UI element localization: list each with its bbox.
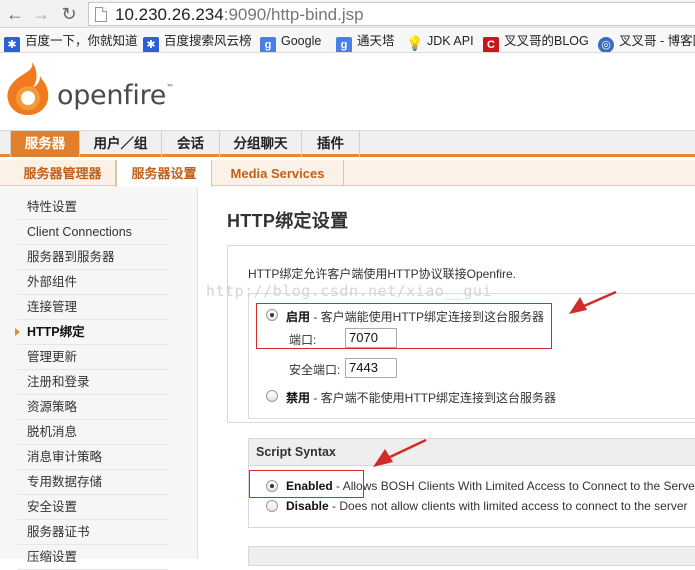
google-g-icon: g xyxy=(336,37,352,52)
tab-plugins[interactable]: 插件 xyxy=(302,131,360,157)
sidebar: 特性设置 Client Connections 服务器到服务器 外部组件 连接管… xyxy=(0,187,198,570)
highlight-box-enable xyxy=(256,303,552,349)
globe-icon: ◎ xyxy=(598,37,614,52)
sidebar-item-private-data[interactable]: 专用数据存储 xyxy=(18,470,168,495)
page-document-icon xyxy=(95,7,107,22)
watermark: http://blog.csdn.net/xiao__gui xyxy=(206,282,492,300)
reload-icon[interactable]: ↻ xyxy=(58,3,80,25)
google-g-icon: g xyxy=(260,37,276,52)
openfire-flame-logo-icon xyxy=(7,62,49,116)
sidebar-item-external-components[interactable]: 外部组件 xyxy=(18,270,168,295)
csdn-c-icon: C xyxy=(483,37,499,52)
baidu-paw-icon: ✱ xyxy=(4,37,20,52)
panel-description: HTTP绑定允许客户端使用HTTP协议联接Openfire. xyxy=(248,267,517,281)
back-arrow-icon[interactable]: ← xyxy=(4,3,26,25)
sidebar-item-resource-policy[interactable]: 资源策略 xyxy=(18,395,168,420)
tab-sessions[interactable]: 会话 xyxy=(162,131,220,157)
tab-group-chat[interactable]: 分组聊天 xyxy=(220,131,302,157)
sidebar-item-server-certificates[interactable]: 服务器证书 xyxy=(18,520,168,545)
main-nav: 服务器 用户／组 会话 分组聊天 插件 xyxy=(0,130,695,157)
address-bar[interactable]: 10.230.26.234:9090/http-bind.jsp xyxy=(88,2,695,26)
secure-port-input[interactable]: 7443 xyxy=(345,358,397,378)
baidu-paw-icon: ✱ xyxy=(143,37,159,52)
red-arrow-icon xyxy=(373,438,427,467)
secure-port-label: 安全端口: xyxy=(289,363,341,377)
lightbulb-icon: 💡 xyxy=(406,35,424,51)
tab-server[interactable]: 服务器 xyxy=(10,131,80,157)
sidebar-item-connection-management[interactable]: 连接管理 xyxy=(18,295,168,320)
next-panel-header xyxy=(248,546,695,566)
subtab-media-services[interactable]: Media Services xyxy=(212,160,344,186)
disable-binding-radio[interactable] xyxy=(266,390,278,402)
sidebar-item-compression[interactable]: 压缩设置 xyxy=(18,545,168,570)
sidebar-item-server-to-server[interactable]: 服务器到服务器 xyxy=(18,245,168,270)
script-disable-label: Disable - Does not allow clients with li… xyxy=(286,499,688,513)
sidebar-item-client-connections[interactable]: Client Connections xyxy=(18,220,168,245)
script-disable-radio[interactable] xyxy=(266,500,278,512)
sidebar-item-message-audit[interactable]: 消息审计策略 xyxy=(18,445,168,470)
bookmark-baidu[interactable]: ✱ 百度一下，你就知道 xyxy=(4,32,138,52)
disable-binding-label: 禁用 - 客户端不能使用HTTP绑定连接到这台服务器 xyxy=(286,391,557,405)
bookmark-baidu-top[interactable]: ✱ 百度搜索风云榜 xyxy=(143,32,252,52)
highlight-box-script-enabled xyxy=(249,470,364,498)
bookmark-google[interactable]: g Google xyxy=(260,32,321,52)
sidebar-item-offline-messages[interactable]: 脱机消息 xyxy=(18,420,168,445)
bookmark-xxg-cnblogs[interactable]: ◎叉叉哥 - 博客园 xyxy=(598,32,695,52)
sidebar-item-manage-updates[interactable]: 管理更新 xyxy=(18,345,168,370)
subtab-server-manager[interactable]: 服务器管理器 xyxy=(10,160,116,186)
sub-nav: 服务器管理器 服务器设置 Media Services xyxy=(0,160,695,187)
red-arrow-icon xyxy=(569,290,617,314)
bookmark-tongtianta[interactable]: g 通天塔 xyxy=(336,32,395,52)
subtab-server-settings[interactable]: 服务器设置 xyxy=(116,160,212,187)
openfire-logo-text: openfire™ xyxy=(57,80,174,111)
browser-toolbar: ← → ↻ 10.230.26.234:9090/http-bind.jsp xyxy=(0,0,695,28)
page-title: HTTP绑定设置 xyxy=(227,211,349,231)
sidebar-item-features[interactable]: 特性设置 xyxy=(18,195,168,220)
tab-users-groups[interactable]: 用户／组 xyxy=(80,131,162,157)
sidebar-item-http-binding[interactable]: HTTP绑定 xyxy=(18,320,168,345)
sidebar-item-security[interactable]: 安全设置 xyxy=(18,495,168,520)
url-text[interactable]: 10.230.26.234:9090/http-bind.jsp xyxy=(115,5,364,25)
bookmark-jdk-api[interactable]: 💡 JDK API xyxy=(406,32,474,51)
bookmark-xxg-blog[interactable]: C 叉叉哥的BLOG xyxy=(483,32,589,52)
script-syntax-title: Script Syntax xyxy=(256,445,336,459)
forward-arrow-icon[interactable]: → xyxy=(30,3,52,25)
bookmarks-bar: ✱ 百度一下，你就知道 ✱ 百度搜索风云榜 g Google g 通天塔 💡 JDK AP… xyxy=(0,29,695,53)
sidebar-item-registration-login[interactable]: 注册和登录 xyxy=(18,370,168,395)
